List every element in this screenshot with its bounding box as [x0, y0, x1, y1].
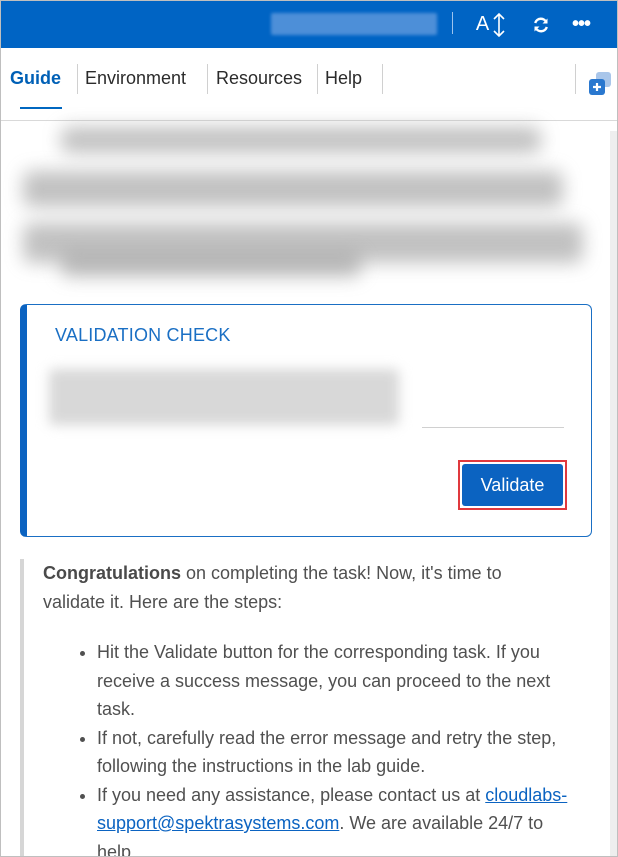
support-prefix: If you need any assistance, please conta… [97, 784, 486, 805]
font-size-icon[interactable]: A [471, 1, 511, 48]
steps-list: Hit the Validate button for the correspo… [43, 638, 600, 857]
input-underline [422, 427, 564, 428]
intro-bold: Congratulations [43, 563, 181, 583]
top-bar: A ••• [1, 1, 617, 48]
tab-help[interactable]: Help [325, 62, 362, 94]
blurred-task-text [49, 369, 399, 425]
tab-bar: Guide Environment Resources Help [1, 48, 617, 121]
instructions-intro: Congratulations on completing the task! … [43, 559, 553, 617]
tab-environment[interactable]: Environment [85, 62, 186, 94]
validate-button[interactable]: Validate [462, 464, 563, 506]
font-size-glyph: A [475, 13, 490, 35]
list-item: If you need any assistance, please conta… [97, 781, 575, 857]
blurred-line [61, 253, 361, 277]
blurred-field [271, 13, 437, 35]
tab-divider [317, 64, 318, 94]
blurred-line [61, 127, 541, 153]
toolbar-separator [452, 12, 453, 34]
instructions-quote: Congratulations on completing the task! … [20, 559, 600, 857]
tab-divider [382, 64, 383, 94]
refresh-icon[interactable] [526, 1, 556, 48]
tab-divider [575, 64, 576, 94]
split-window-icon[interactable] [585, 68, 615, 98]
tab-resources[interactable]: Resources [216, 62, 302, 94]
active-tab-indicator [20, 107, 62, 109]
more-options-label: ••• [571, 13, 591, 35]
more-options-icon[interactable]: ••• [564, 1, 598, 48]
tab-guide[interactable]: Guide [10, 62, 61, 94]
validation-title: VALIDATION CHECK [55, 325, 231, 345]
list-item: Hit the Validate button for the correspo… [97, 638, 575, 724]
vertical-arrows-icon [493, 12, 505, 37]
list-item: If not, carefully read the error message… [97, 724, 575, 781]
tab-divider [207, 64, 208, 94]
tab-divider [77, 64, 78, 94]
validation-card: VALIDATION CHECK Validate [20, 304, 592, 537]
lab-guide-panel: A ••• Guide Environment Resources Help V… [0, 0, 618, 857]
blurred-line [23, 171, 563, 207]
scrollbar[interactable] [610, 131, 617, 856]
